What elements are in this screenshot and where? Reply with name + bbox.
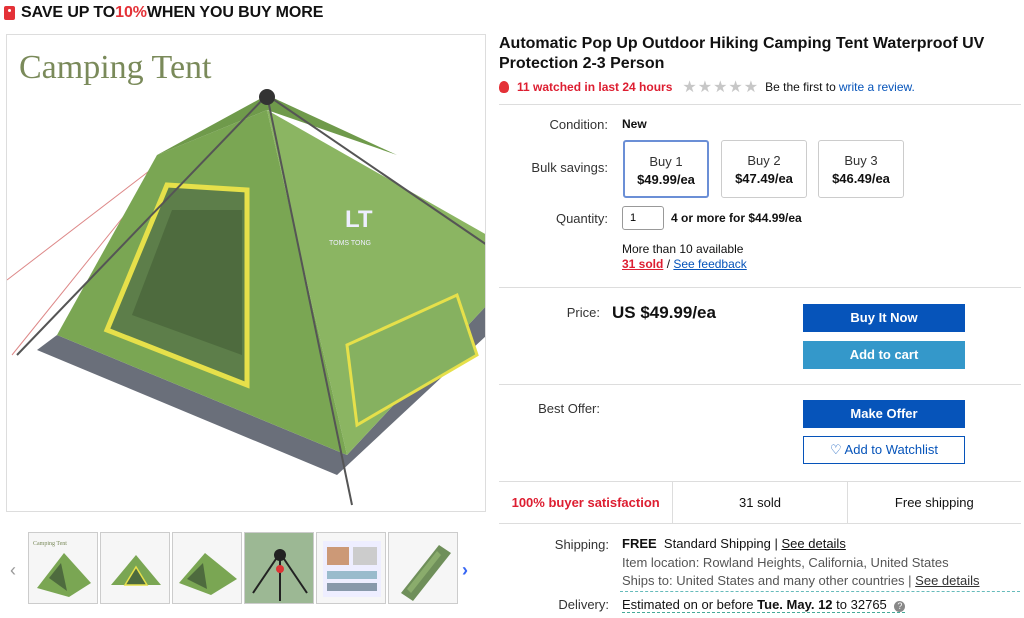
star-rating-icon: ★★★★★ xyxy=(682,79,760,96)
thumbnail-1[interactable]: Camping Tent xyxy=(28,532,98,604)
main-product-image[interactable]: LT TOMS TONG Camping Tent xyxy=(6,34,486,512)
ships-to-row: Ships to: United States and many other c… xyxy=(622,573,980,588)
chevron-right-icon[interactable]: › xyxy=(462,560,468,581)
best-offer-label: Best Offer: xyxy=(538,401,600,416)
bulk-option-qty: Buy 1 xyxy=(649,154,683,169)
thumbnail-frame[interactable] xyxy=(244,532,314,604)
thumbnail-2[interactable] xyxy=(100,532,170,604)
add-to-watchlist-button[interactable]: ♡ Add to Watchlist xyxy=(803,436,965,464)
price-tag-icon xyxy=(4,6,15,20)
svg-text:LT: LT xyxy=(345,206,373,233)
delivery-suffix: to 32765 xyxy=(836,597,887,612)
shipping-row: FREE Standard Shipping | See details xyxy=(622,536,846,551)
product-title: Automatic Pop Up Outdoor Hiking Camping … xyxy=(499,35,985,72)
watched-count: 11 watched in last 24 hours xyxy=(517,80,673,94)
buy-it-now-button[interactable]: Buy It Now xyxy=(803,304,965,332)
shipping-free: FREE xyxy=(622,536,657,551)
see-feedback-link[interactable]: See feedback xyxy=(673,257,746,271)
divider xyxy=(620,591,1020,592)
watch-rating-row: 11 watched in last 24 hours ★★★★★ Be the… xyxy=(499,78,1019,96)
add-to-cart-button[interactable]: Add to cart xyxy=(803,341,965,369)
delivery-label: Delivery: xyxy=(558,597,609,612)
bulk-option-1[interactable]: Buy 1 $49.99/ea xyxy=(623,140,709,198)
delivery-prefix: Estimated on or before xyxy=(622,597,754,612)
promo-suffix: WHEN YOU BUY MORE xyxy=(146,4,324,21)
sold-stat: 31 sold xyxy=(673,482,848,523)
shipping-label: Shipping: xyxy=(554,537,609,552)
ships-to-details-link[interactable]: See details xyxy=(915,573,979,588)
chevron-left-icon[interactable]: ‹ xyxy=(10,560,16,581)
price-value: US $49.99/ea xyxy=(612,303,716,322)
thumbnail-strip: ‹ Camping Tent › xyxy=(6,532,486,606)
promo-percent: 10% xyxy=(115,4,147,21)
bulk-savings-label: Bulk savings: xyxy=(531,160,608,175)
svg-text:TOMS TONG: TOMS TONG xyxy=(329,240,371,247)
heart-icon: ♡ xyxy=(829,442,842,457)
shipping-details-link[interactable]: See details xyxy=(782,536,846,551)
quantity-label: Quantity: xyxy=(555,211,608,226)
buyer-satisfaction: 100% buyer satisfaction xyxy=(499,482,674,523)
ships-to: Ships to: United States and many other c… xyxy=(622,573,912,588)
svg-text:Camping Tent: Camping Tent xyxy=(33,541,67,547)
divider xyxy=(499,104,1021,105)
item-location: Item location: Rowland Heights, Californ… xyxy=(622,555,949,570)
seller-stats-bar: 100% buyer satisfaction 31 sold Free shi… xyxy=(499,481,1021,524)
image-title: Camping Tent xyxy=(19,49,212,86)
bulk-option-qty: Buy 3 xyxy=(844,153,878,168)
thumbnail-bag[interactable] xyxy=(388,532,458,604)
sold-count-link[interactable]: 31 sold xyxy=(622,257,663,271)
help-icon[interactable]: ? xyxy=(894,601,906,612)
separator: / xyxy=(663,257,674,271)
sold-feedback-row: 31 sold / See feedback xyxy=(622,257,747,271)
promo-banner: SAVE UP TO 10% WHEN YOU BUY MORE xyxy=(4,3,323,23)
available-text: More than 10 available xyxy=(622,242,744,256)
bulk-option-qty: Buy 2 xyxy=(747,153,781,168)
bulk-option-price: $46.49/ea xyxy=(832,171,890,186)
bulk-option-price: $49.99/ea xyxy=(637,172,695,187)
shipping-method: Standard Shipping | xyxy=(663,536,778,551)
watchlist-label: Add to Watchlist xyxy=(844,442,938,457)
delivery-date: Tue. May. 12 xyxy=(757,597,833,612)
quantity-offer: 4 or more for $44.99/ea xyxy=(671,211,802,225)
bulk-option-price: $47.49/ea xyxy=(735,171,793,186)
promo-prefix: SAVE UP TO xyxy=(21,4,116,21)
condition-label: Condition: xyxy=(549,117,608,132)
delivery-row: Estimated on or before Tue. May. 12 to 3… xyxy=(622,597,906,613)
condition-value: New xyxy=(622,117,647,131)
divider xyxy=(499,287,1021,288)
price-label: Price: xyxy=(566,305,600,320)
write-review-link[interactable]: write a review. xyxy=(839,80,915,94)
bulk-option-2[interactable]: Buy 2 $47.49/ea xyxy=(721,140,807,198)
free-shipping-stat: Free shipping xyxy=(894,495,974,510)
divider xyxy=(499,384,1021,385)
review-prefix: Be the first to xyxy=(765,80,836,94)
quantity-input[interactable] xyxy=(622,206,664,230)
thumbnail-accessories[interactable] xyxy=(316,532,386,604)
thumbnail-3[interactable] xyxy=(172,532,242,604)
fire-icon xyxy=(499,81,509,93)
bulk-option-3[interactable]: Buy 3 $46.49/ea xyxy=(818,140,904,198)
make-offer-button[interactable]: Make Offer xyxy=(803,400,965,428)
tent-illustration: LT TOMS TONG xyxy=(7,89,485,506)
